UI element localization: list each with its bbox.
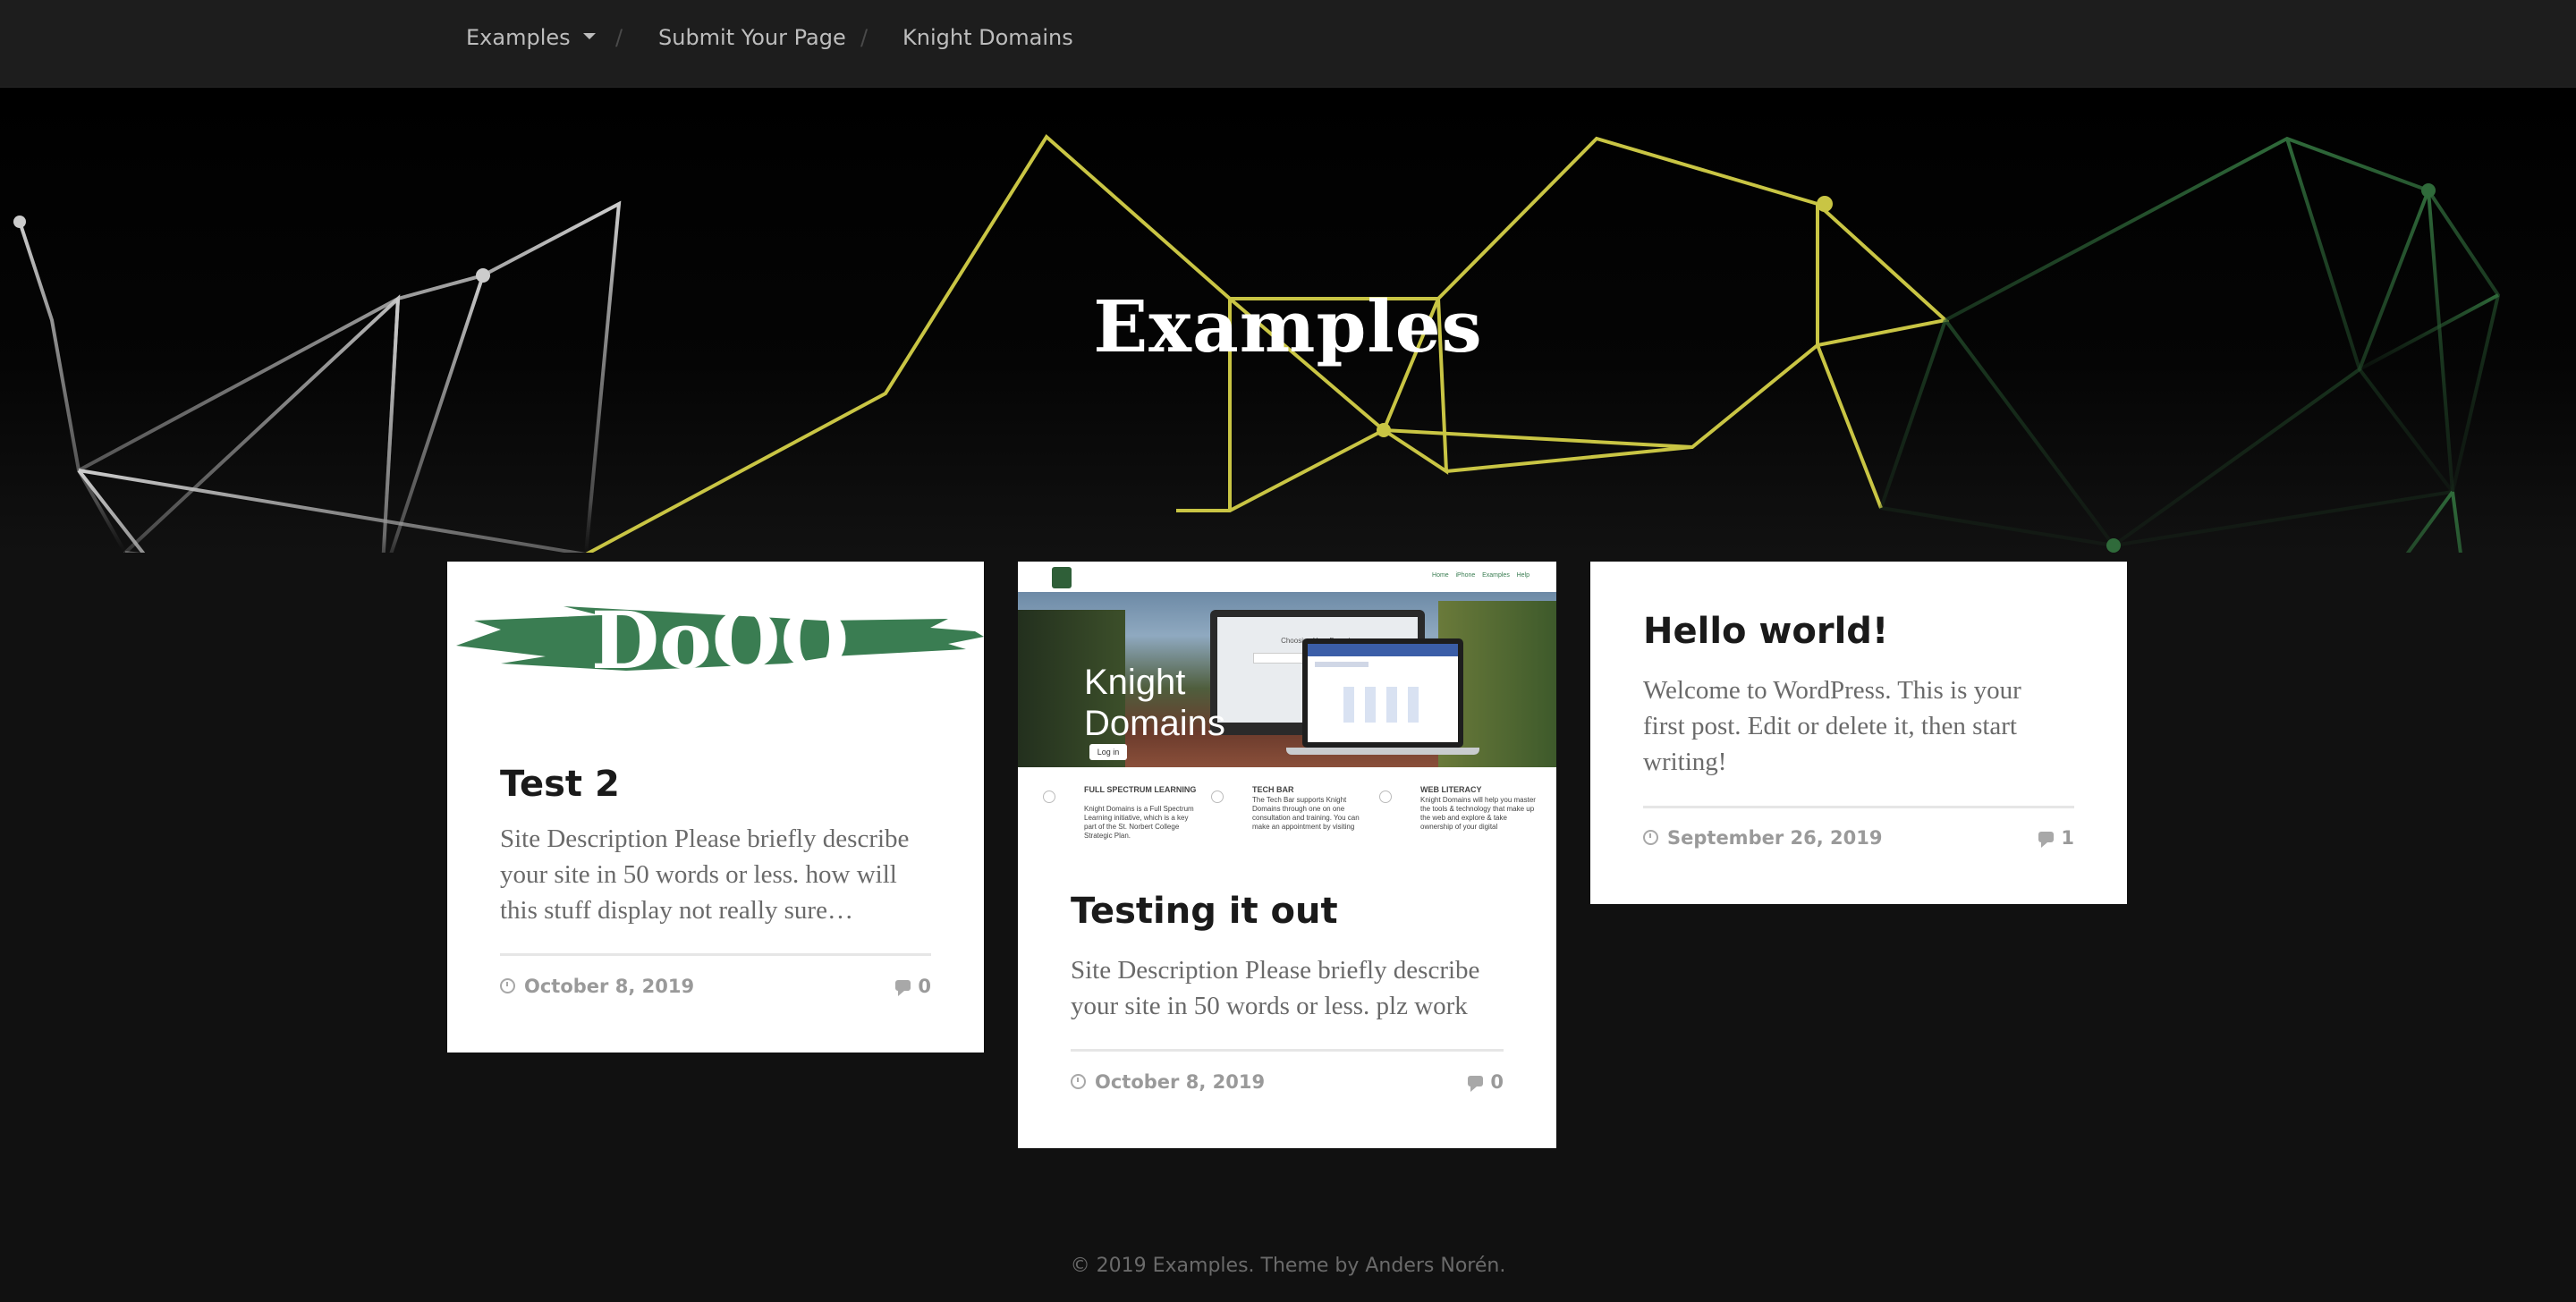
divider [1643, 806, 2074, 808]
comment-count: 0 [918, 976, 931, 997]
nav-item-label: Knight Domains [902, 25, 1073, 50]
laptop-illustration [1302, 638, 1463, 748]
post-comments[interactable]: 0 [1468, 1071, 1504, 1093]
top-navigation: Examples / Submit Your Page / Knight Dom… [0, 0, 2576, 88]
post-card-testing-it-out[interactable]: Home iPhone Examples Help Choosing Your … [1018, 562, 1556, 1148]
comment-count: 1 [2061, 827, 2074, 849]
comment-icon [2038, 832, 2055, 848]
post-date-text: October 8, 2019 [1095, 1071, 1266, 1093]
clock-icon [1071, 1073, 1086, 1089]
network-node [13, 216, 26, 228]
post-date[interactable]: October 8, 2019 [1071, 1071, 1265, 1093]
post-thumbnail-dooo-logo[interactable]: DoOO [447, 594, 984, 692]
nav-separator: / [860, 25, 869, 50]
site-footer: © 2019 Examples. Theme by Anders Norén. [1070, 1255, 1506, 1277]
divider [500, 953, 931, 956]
network-node [2106, 538, 2121, 553]
post-date-text: September 26, 2019 [1667, 827, 1883, 849]
logo-text: DoOO [591, 594, 849, 687]
post-date-text: October 8, 2019 [524, 976, 695, 997]
site-logo-icon [1052, 567, 1072, 588]
nav-item-submit-your-page[interactable]: Submit Your Page [658, 25, 846, 50]
post-date[interactable]: September 26, 2019 [1643, 827, 1882, 849]
network-node [1817, 196, 1833, 212]
nav-item-knight-domains[interactable]: Knight Domains [902, 25, 1073, 50]
post-title[interactable]: Test 2 [500, 764, 620, 805]
post-card-hello-world[interactable]: Hello world! Welcome to WordPress. This … [1590, 562, 2127, 904]
nav-separator: / [615, 25, 623, 50]
nav-item-label: Examples [466, 25, 571, 50]
page-title: Examples [1093, 284, 1483, 368]
network-node [1377, 423, 1391, 437]
network-node [2421, 183, 2436, 198]
post-date[interactable]: October 8, 2019 [500, 976, 694, 997]
login-button: Log in [1089, 744, 1127, 760]
post-title[interactable]: Hello world! [1643, 611, 1888, 652]
clock-icon [500, 977, 515, 993]
network-node [476, 268, 490, 283]
post-thumbnail-knight-domains[interactable]: Home iPhone Examples Help Choosing Your … [1018, 562, 1556, 844]
post-excerpt: Site Description Please briefly describe… [500, 824, 910, 925]
post-title[interactable]: Testing it out [1071, 891, 1338, 932]
comment-icon [1468, 1076, 1484, 1092]
mini-site-nav: Home iPhone Examples Help [1432, 572, 1530, 579]
nav-item-examples[interactable]: Examples [466, 25, 596, 50]
comment-icon [895, 980, 911, 996]
gray-network-lines [18, 200, 622, 553]
divider [1071, 1049, 1504, 1052]
post-comments[interactable]: 0 [895, 976, 931, 997]
clock-icon [1643, 829, 1658, 845]
post-excerpt: Site Description Please briefly describe… [1071, 956, 1480, 1020]
post-excerpt: Welcome to WordPress. This is your first… [1643, 676, 2021, 776]
nav-item-label: Submit Your Page [658, 25, 846, 50]
caret-down-icon [582, 32, 596, 39]
post-comments[interactable]: 1 [2038, 827, 2074, 849]
comment-count: 0 [1490, 1071, 1504, 1093]
photo-heading: Knight Domains [1084, 663, 1225, 743]
campus-photo: Choosing Your Domain Knight Domains Log … [1018, 592, 1556, 767]
post-card-test-2[interactable]: DoOO Test 2 Site Description Please brie… [447, 562, 984, 1053]
